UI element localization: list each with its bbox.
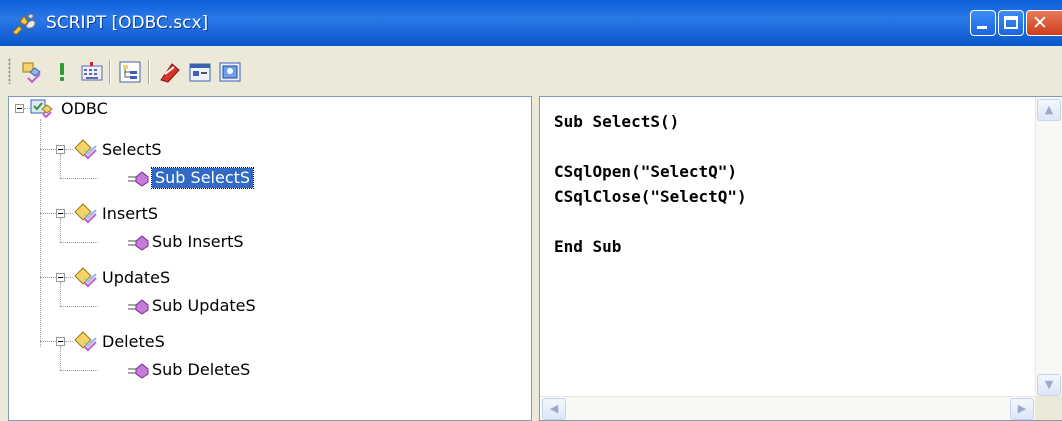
tree-connector xyxy=(65,149,73,150)
scroll-left-button[interactable]: ◀ xyxy=(542,398,566,420)
tree-connector xyxy=(40,149,56,150)
tree-node-sub[interactable]: Sub SelectS xyxy=(150,167,255,189)
minimize-icon xyxy=(977,26,987,29)
code-line: End Sub xyxy=(554,237,622,256)
window-title: SCRIPT [ODBC.scx] xyxy=(46,13,209,33)
title-bar[interactable]: SCRIPT [ODBC.scx] ✕ xyxy=(0,0,1062,46)
maximize-icon xyxy=(1004,16,1018,29)
script-root-icon xyxy=(30,99,53,119)
code-line: Sub SelectS() xyxy=(554,112,680,131)
tree-connector xyxy=(40,119,41,347)
tree-node-group[interactable]: UpdateS xyxy=(102,268,170,288)
tree-connector xyxy=(60,306,98,307)
tree-connector xyxy=(60,242,98,243)
tree-connector xyxy=(60,370,98,371)
tree-connector xyxy=(65,277,73,278)
tree-connector xyxy=(65,213,73,214)
tree-node-sub[interactable]: Sub UpdateS xyxy=(152,296,256,316)
procedure-group-icon xyxy=(74,203,97,224)
scroll-left-icon: ◀ xyxy=(549,402,559,415)
horizontal-scrollbar[interactable]: ◀ ▶ xyxy=(540,396,1036,420)
maximize-button[interactable] xyxy=(998,10,1024,36)
code-line: CSqlClose("SelectQ") xyxy=(554,187,747,206)
tree-node-group[interactable]: DeleteS xyxy=(102,332,165,352)
collapse-icon[interactable] xyxy=(56,337,65,346)
tree-connector xyxy=(40,213,56,214)
procedure-group-icon xyxy=(74,267,97,288)
code-text[interactable]: Sub SelectS() CSqlOpen("SelectQ") CSqlClos… xyxy=(554,109,747,259)
dialog-form-icon[interactable] xyxy=(188,60,212,84)
run-exclamation-icon[interactable] xyxy=(50,60,74,84)
sub-procedure-icon xyxy=(128,363,149,379)
procedure-group-icon xyxy=(74,331,97,352)
tree-node-group[interactable]: SelectS xyxy=(102,140,162,160)
minimize-button[interactable] xyxy=(970,10,996,36)
tree-connector xyxy=(60,346,61,370)
sub-procedure-icon xyxy=(128,299,149,315)
tree-node-sub[interactable]: Sub InsertS xyxy=(152,232,244,252)
tree-view-icon[interactable] xyxy=(118,60,142,84)
collapse-icon[interactable] xyxy=(56,273,65,282)
tree-connector xyxy=(40,277,56,278)
vertical-scrollbar[interactable]: ▲ ▼ xyxy=(1035,97,1062,398)
collapse-icon[interactable] xyxy=(56,145,65,154)
toolbar-grip[interactable] xyxy=(8,58,11,84)
script-window: SCRIPT [ODBC.scx] ✕ ODBC SelectS Sub Sel… xyxy=(0,0,1062,421)
toolbar-separator xyxy=(148,60,150,84)
sub-procedure-icon xyxy=(128,171,149,187)
code-editor[interactable]: Sub SelectS() CSqlOpen("SelectQ") CSqlClos… xyxy=(539,96,1062,421)
scroll-right-button[interactable]: ▶ xyxy=(1010,398,1034,420)
tree-connector xyxy=(40,341,56,342)
collapse-icon[interactable] xyxy=(15,104,24,113)
scroll-down-button[interactable]: ▼ xyxy=(1037,374,1061,396)
keyboard-icon[interactable] xyxy=(80,60,104,84)
resize-grip[interactable] xyxy=(1035,396,1062,420)
close-button[interactable]: ✕ xyxy=(1026,10,1062,36)
script-tree[interactable]: ODBC SelectS Sub SelectS InsertS Sub Ins… xyxy=(8,96,532,421)
tree-node-sub[interactable]: Sub DeleteS xyxy=(152,360,250,380)
sub-procedure-icon xyxy=(128,235,149,251)
scroll-up-icon: ▲ xyxy=(1044,103,1054,116)
fast-sql-icon[interactable] xyxy=(158,60,182,84)
app-icon xyxy=(12,13,36,36)
tree-node-group[interactable]: InsertS xyxy=(102,204,158,224)
tree-node-root[interactable]: ODBC xyxy=(61,99,108,119)
scroll-right-icon: ▶ xyxy=(1017,402,1027,415)
tree-connector xyxy=(60,282,61,306)
collapse-icon[interactable] xyxy=(56,209,65,218)
tree-connector xyxy=(60,178,98,179)
close-icon: ✕ xyxy=(1032,12,1048,34)
procedure-group-icon xyxy=(74,139,97,160)
screen-window-icon[interactable] xyxy=(218,60,242,84)
code-line: CSqlOpen("SelectQ") xyxy=(554,162,738,181)
toolbar-separator xyxy=(109,60,111,84)
tree-connector xyxy=(65,341,73,342)
tree-connector xyxy=(60,154,61,178)
scroll-down-icon: ▼ xyxy=(1044,378,1054,391)
add-procedure-icon[interactable] xyxy=(20,60,44,84)
scroll-up-button[interactable]: ▲ xyxy=(1037,99,1061,121)
tree-connector xyxy=(60,218,61,242)
